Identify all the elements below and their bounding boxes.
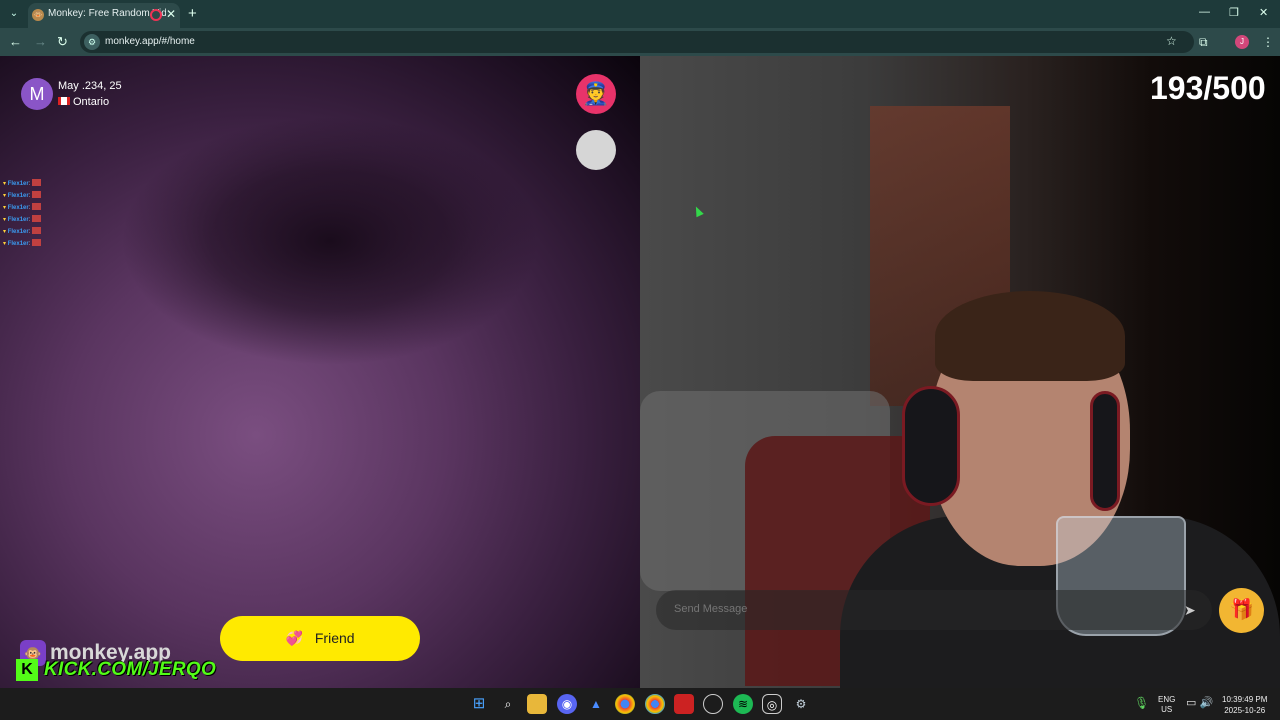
minimize-button[interactable]: — [1199,6,1210,18]
friend-button[interactable]: 💞 Friend [220,616,420,661]
browser-toolbar: ← → ↻ ⚙ monkey.app/#/home ☆ ⧉ J ⋮ [0,28,1280,56]
emote-icon [32,191,42,198]
site-info-icon[interactable]: ⚙ [84,34,100,50]
chat-username: Flex1er [7,241,29,247]
chat-username: Flex1er [7,193,29,199]
send-icon[interactable]: ➤ [1184,602,1196,619]
kick-channel-text: KICK.COM/JERQO [44,659,217,680]
canada-flag-icon [58,97,70,105]
chrome-active-icon[interactable] [645,694,665,714]
gift-button[interactable]: 🎁 [1219,588,1264,633]
browser-menu-icon[interactable]: ⋮ [1262,35,1274,49]
search-icon[interactable]: ⌕ [498,694,518,714]
badge-icon: ▾ [3,217,7,223]
maximize-button[interactable]: ❐ [1229,6,1239,19]
file-explorer-icon[interactable] [527,694,547,714]
send-message-input[interactable] [674,603,1154,615]
new-tab-button[interactable]: + [188,5,197,22]
clock-time: 10:39:49 PM [1222,695,1268,704]
badge-icon: ▾ [3,181,7,187]
browser-tabstrip: ⌄ 🐵 Monkey: Free Random Vide ✕ + — ❐ ✕ [0,0,1280,28]
tray-network-volume-icon[interactable]: ▭ 🔊 [1186,696,1213,709]
url-text: monkey.app/#/home [105,36,195,47]
tab-search-icon[interactable]: ⌄ [6,6,22,22]
emote-icon [32,179,42,186]
chat-username: Flex1er [7,229,29,235]
clock[interactable]: 10:39:49 PM 2025-10-26 [1222,694,1267,716]
badge-icon: ▾ [3,193,7,199]
person-hair [935,291,1125,381]
language-indicator[interactable]: ENG US [1158,695,1175,715]
voice-app-icon[interactable] [674,694,694,714]
microphone-icon[interactable]: 🎙 [1134,696,1149,710]
reload-icon[interactable]: ↻ [57,34,68,50]
badge-icon: ▾ [3,229,7,235]
emote-icon [32,215,42,222]
peer-avatar[interactable]: M [21,78,53,110]
steam-icon[interactable]: ⚙ [791,694,811,714]
bookmark-star-icon[interactable]: ☆ [1166,34,1177,48]
badge-icon: ▾ [3,241,7,247]
chat-line: ▾ Flex1er: [3,226,123,238]
toggle-button[interactable] [576,130,616,170]
badge-icon: ▾ [3,205,7,211]
chat-line: ▾ Flex1er: [3,214,123,226]
tab-close-icon[interactable]: ✕ [166,7,176,21]
chat-line: ▾ Flex1er: [3,190,123,202]
profile-avatar[interactable]: J [1235,35,1249,49]
windows-start-icon[interactable]: ⊞ [469,694,489,714]
emote-icon [32,227,42,234]
chat-username: Flex1er [7,181,29,187]
extensions-icon[interactable]: ⧉ [1199,35,1208,50]
address-bar[interactable]: ⚙ monkey.app/#/home ☆ [80,31,1194,53]
recording-indicator-icon [150,9,162,21]
controller-icon[interactable]: ◎ [762,694,782,714]
windows-taskbar: ⊞ ⌕ ◉ ▲ ≋ ◎ ⚙ 🎙 ENG US ▭ 🔊 10:39:49 PM 2… [0,688,1280,720]
emote-icon [32,203,42,210]
chat-log-header [3,168,123,178]
progress-counter: 193/500 [1150,70,1266,106]
kick-logo-icon: K [16,659,38,681]
chat-line: ▾ Flex1er: [3,202,123,214]
tab-title: Monkey: Free Random Vide [48,8,166,19]
region-code: US [1161,705,1173,714]
message-bar: ➤ [656,590,1212,630]
close-window-button[interactable]: ✕ [1259,6,1268,19]
peer-location-text: Ontario [73,96,110,108]
obs-icon[interactable] [703,694,723,714]
chat-username: Flex1er [7,205,29,211]
report-police-button[interactable]: 👮 [576,74,616,114]
peer-video-shadow [120,116,540,366]
chat-username: Flex1er [7,217,29,223]
language-code: ENG [1158,695,1176,704]
clock-date: 2025-10-26 [1224,706,1266,715]
chat-line: ▾ Flex1er: [3,238,123,250]
app-icon[interactable]: ▲ [586,694,606,714]
friend-button-label: Friend [314,630,355,646]
monkey-favicon-icon: 🐵 [32,9,44,21]
heart-icon: 💞 [285,630,303,646]
emote-icon [32,239,42,246]
headphone-right-icon [1090,391,1120,511]
back-icon[interactable]: ← [9,34,22,49]
peer-video [0,56,640,688]
browser-tab[interactable]: 🐵 Monkey: Free Random Vide ✕ [28,3,180,28]
forward-icon[interactable]: → [34,34,47,49]
spotify-icon[interactable]: ≋ [733,694,753,714]
chat-line: ▾ Flex1er: [3,178,123,190]
headphone-left-icon [902,386,960,506]
peer-location: Ontario [58,96,109,108]
chrome-icon[interactable] [615,694,635,714]
peer-date: May .234, 25 [58,80,122,92]
discord-icon[interactable]: ◉ [557,694,577,714]
chat-log: ▾ Flex1er: ▾ Flex1er: ▾ Flex1er: ▾ Flex1… [3,168,123,250]
